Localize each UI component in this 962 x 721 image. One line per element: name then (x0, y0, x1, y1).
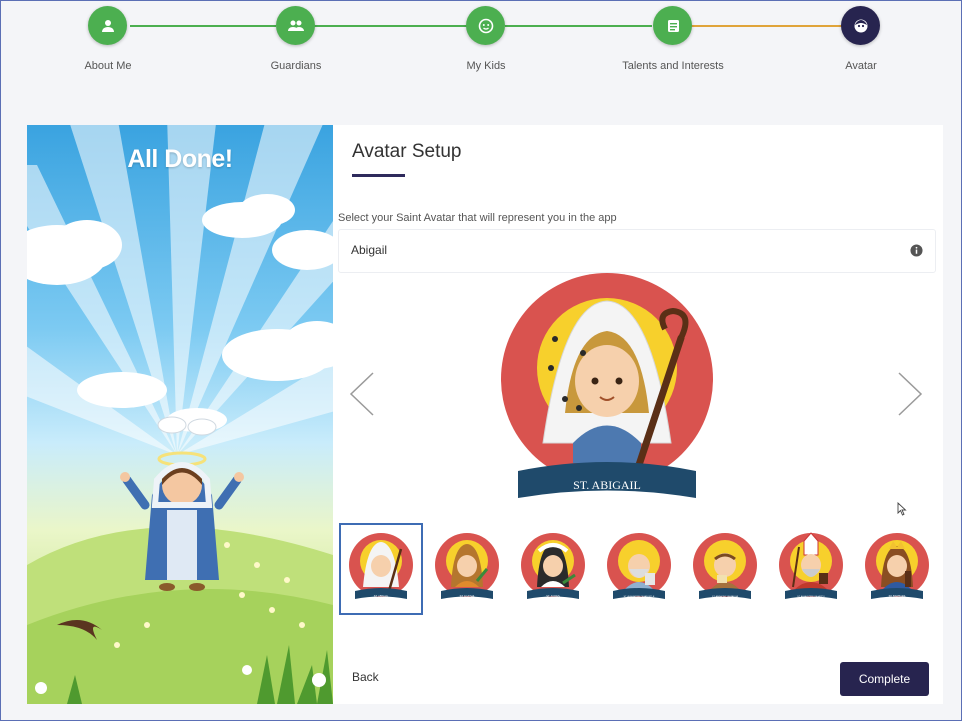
avatar-thumb[interactable]: ST. ABIGAIL (339, 523, 423, 615)
avatar-setup-panel: Avatar Setup Select your Saint Avatar th… (333, 125, 943, 704)
avatar-thumb-caption: ST. AUGUSTINE OF APOSTLE (624, 595, 655, 598)
step-label: About Me (84, 60, 132, 72)
avatar-thumb[interactable]: ST. AGNES (512, 524, 594, 614)
step-label: Talents and Interests (622, 60, 724, 72)
info-icon[interactable] (910, 244, 923, 257)
people-icon (276, 6, 315, 45)
chevron-right-icon[interactable] (895, 371, 925, 417)
step-connector-active (690, 25, 842, 27)
step-connector (314, 25, 468, 27)
avatar-thumb-caption: ST. ABIGAIL (374, 594, 389, 598)
avatar-preview: ST. ABIGAIL (333, 273, 943, 518)
step-connector (130, 25, 276, 27)
step-connector (505, 25, 652, 27)
avatar-thumb[interactable]: ST. AGATHA (426, 524, 508, 614)
avatar-instruction: Select your Saint Avatar that will repre… (338, 212, 617, 224)
avatar-thumb-caption: ST. BARBARA (889, 594, 906, 598)
complete-button[interactable]: Complete (840, 662, 929, 696)
avatar-icon (841, 6, 880, 45)
avatar-thumb-caption: ST. AUGUSTINE OF HIPPO (797, 595, 825, 598)
selected-saint-value: Abigail (351, 243, 388, 257)
saint-avatar-select[interactable]: Abigail (338, 229, 936, 273)
chevron-left-icon[interactable] (347, 371, 377, 417)
avatar-thumb-caption: ST. AGNES (546, 594, 560, 598)
avatar-thumbnails: ST. ABIGAIL ST. AGATHA ST. AGNES ST. AUG… (338, 523, 938, 616)
avatar-thumb[interactable]: ST. AUGUSTINE OF APOSTLE (598, 524, 680, 614)
all-done-title: All Done! (127, 145, 233, 173)
celebration-panel: All Done! (27, 125, 333, 704)
avatar-thumb[interactable]: ST. ANTHONY OF PADUA (684, 524, 766, 614)
back-button[interactable]: Back (352, 670, 379, 684)
mouse-cursor-icon (897, 502, 907, 516)
title-underline (352, 174, 405, 177)
step-label: My Kids (466, 60, 506, 72)
celebration-illustration (27, 125, 333, 704)
saint-avatar-image: ST. ABIGAIL (501, 273, 713, 498)
avatar-thumb-caption: ST. AGATHA (460, 594, 475, 598)
avatar-caption: ST. ABIGAIL (573, 478, 641, 492)
step-label: Guardians (270, 60, 322, 72)
list-icon (653, 6, 692, 45)
page-title: Avatar Setup (352, 141, 462, 162)
person-icon (88, 6, 127, 45)
face-icon (466, 6, 505, 45)
step-label: Avatar (845, 60, 877, 72)
avatar-thumb[interactable]: ST. AUGUSTINE OF HIPPO (770, 524, 852, 614)
avatar-thumb-caption: ST. ANTHONY OF PADUA (712, 595, 738, 598)
avatar-thumb[interactable]: ST. BARBARA (856, 524, 938, 614)
